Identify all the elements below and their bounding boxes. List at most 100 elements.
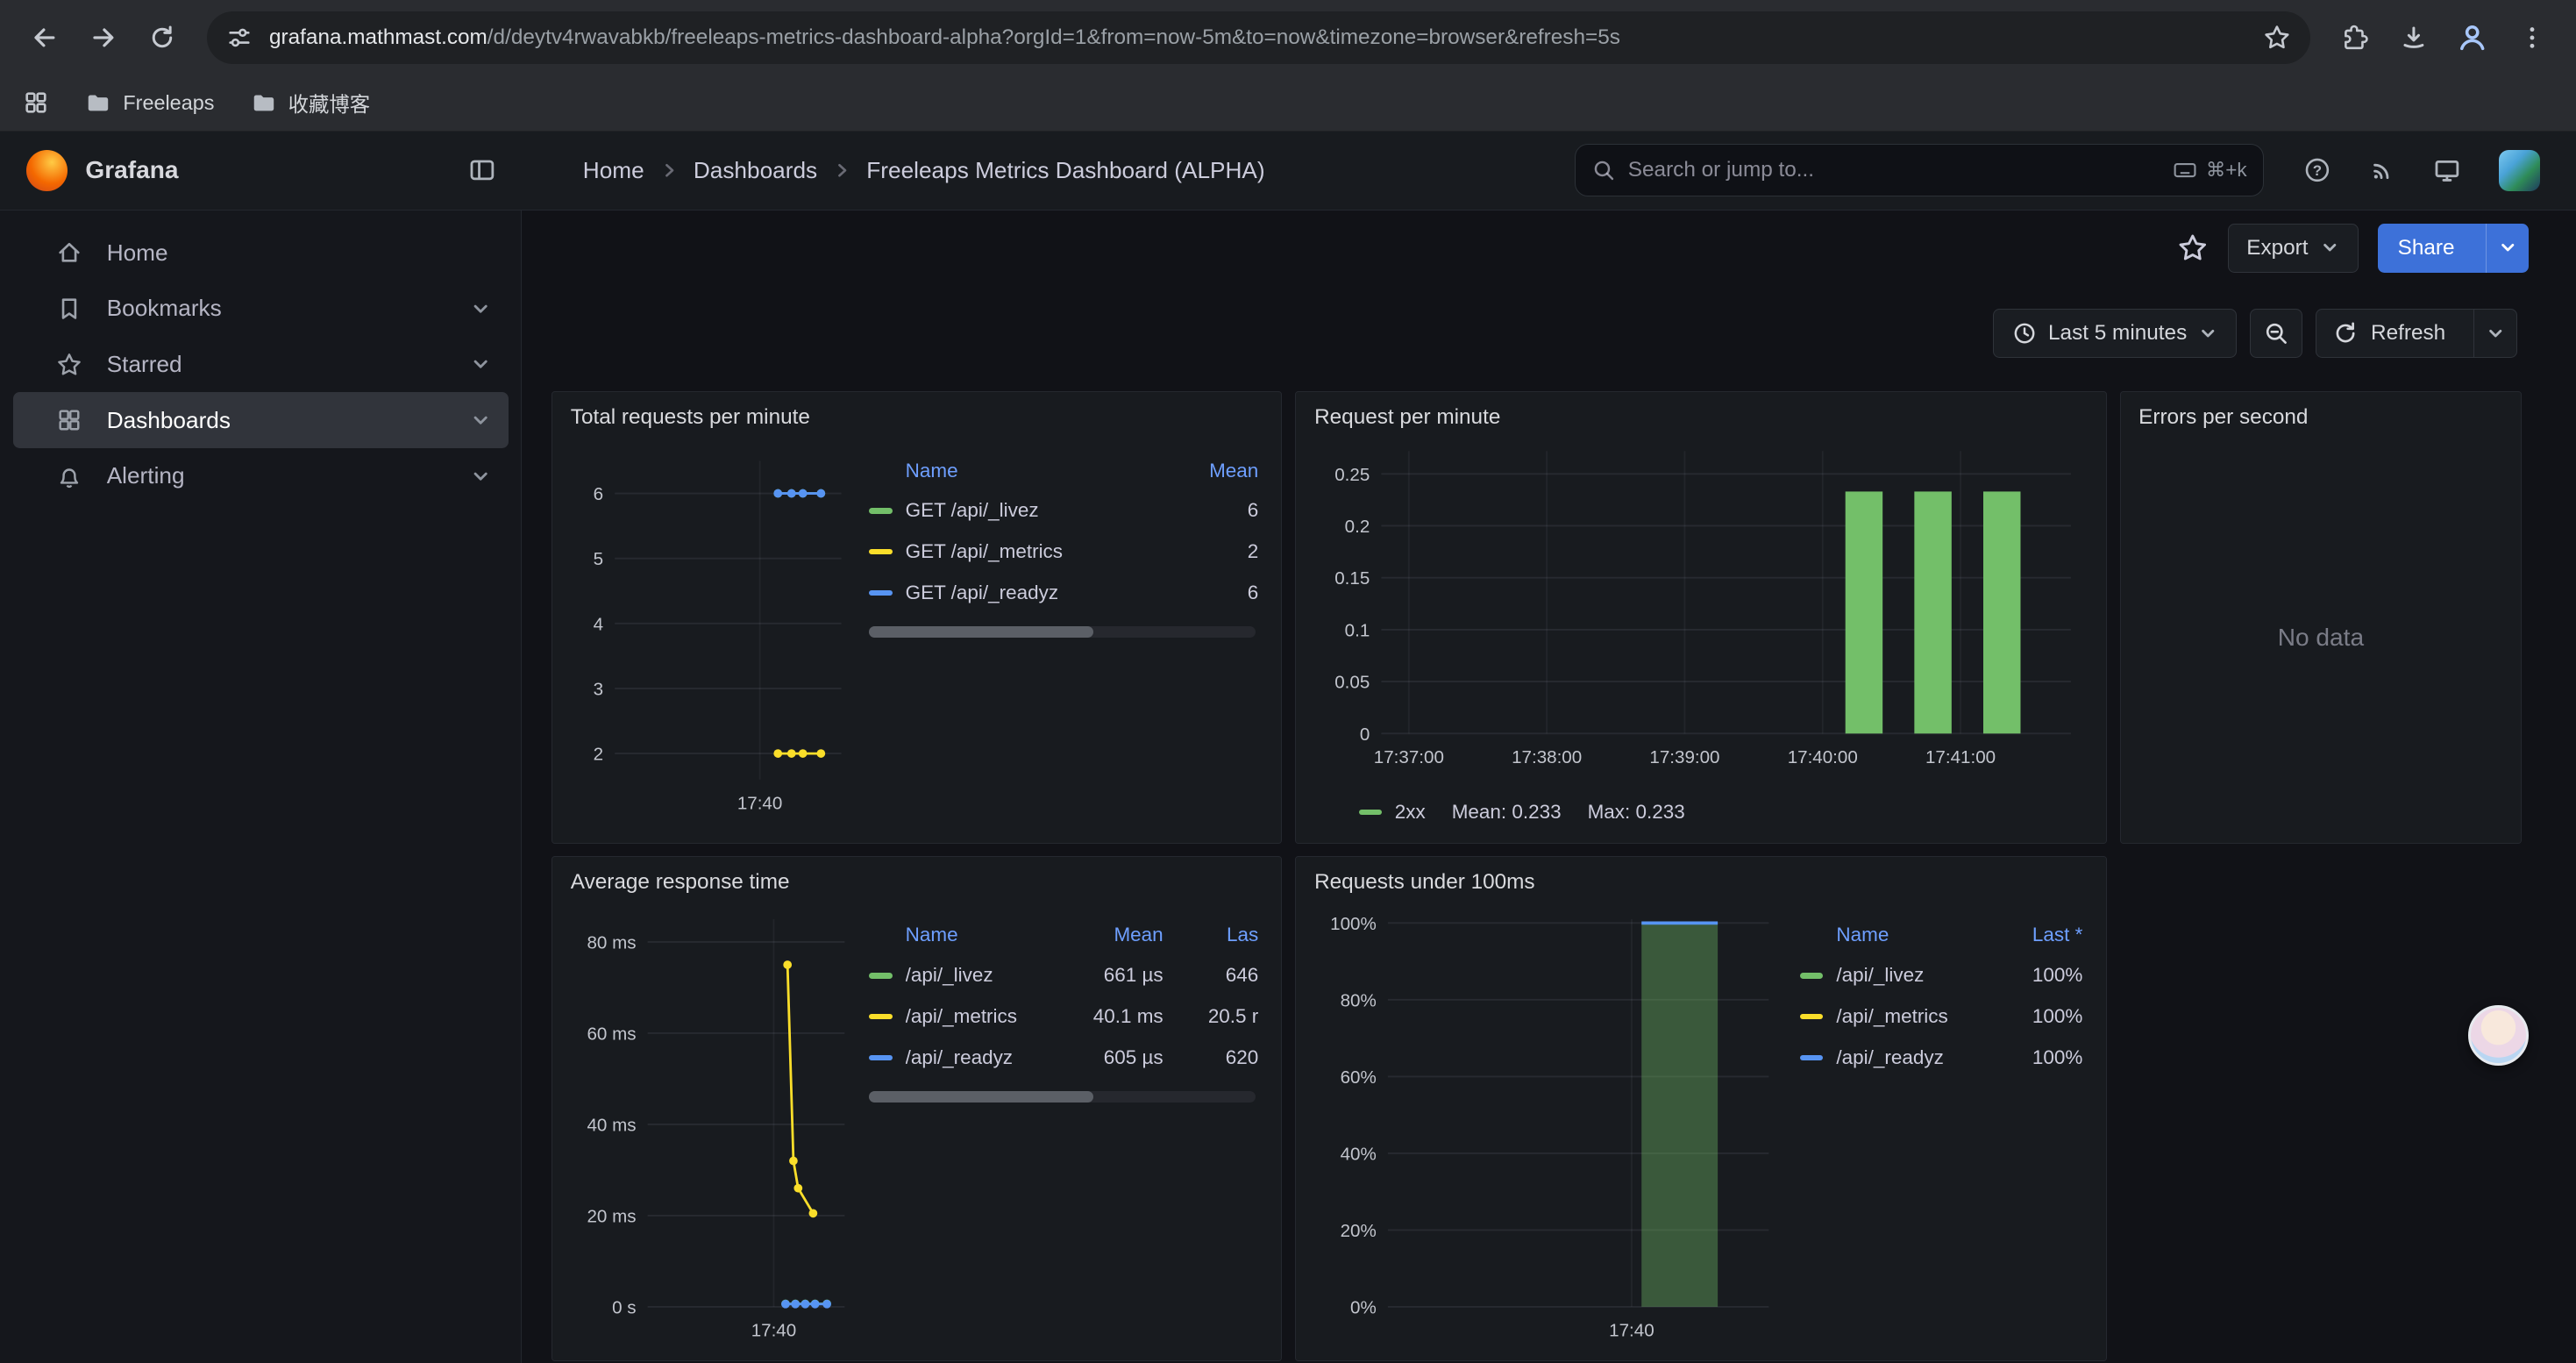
sidebar-item-dashboards[interactable]: Dashboards — [13, 392, 509, 448]
forward-button[interactable] — [75, 10, 132, 66]
legend-row[interactable]: /api/_livez 100% — [1800, 955, 2082, 996]
series-color-dash — [869, 590, 892, 596]
help-icon[interactable]: ? — [2303, 156, 2331, 184]
grafana-logo-icon[interactable] — [26, 150, 68, 191]
panel-errors-per-second: Errors per second No data — [2120, 391, 2523, 845]
breadcrumb-current[interactable]: Freeleaps Metrics Dashboard (ALPHA) — [866, 157, 1264, 184]
legend-column-name[interactable]: Name — [869, 460, 1163, 482]
svg-text:4: 4 — [594, 614, 603, 634]
breadcrumb-dashboards[interactable]: Dashboards — [694, 157, 817, 184]
request-per-minute-chart[interactable]: 00.050.10.150.20.2517:37:0017:38:0017:39… — [1309, 441, 2092, 790]
series-value: 646 — [1163, 964, 1259, 987]
bookmark-item-freeleaps[interactable]: Freeleaps — [85, 89, 214, 116]
star-icon — [2177, 232, 2209, 264]
legend-header: NameMean — [869, 451, 1258, 490]
requests-under-100ms-chart[interactable]: 0%20%40%60%80%100%17:40 — [1309, 906, 1783, 1351]
breadcrumb: Home Dashboards Freeleaps Metrics Dashbo… — [583, 157, 1265, 184]
legend-column-name[interactable]: Name — [1800, 924, 1987, 946]
series-name: /api/_livez — [1836, 964, 1924, 987]
legend-row[interactable]: GET /api/_livez6 — [869, 490, 1258, 532]
svg-text:0.15: 0.15 — [1335, 568, 1370, 589]
legend-column-last[interactable]: Last * — [1988, 924, 2083, 946]
series-value: 620 — [1163, 1046, 1259, 1069]
floating-avatar-button[interactable] — [2468, 1005, 2529, 1066]
time-range-picker[interactable]: Last 5 minutes — [1993, 309, 2237, 358]
legend-row[interactable]: GET /api/_readyz6 — [869, 573, 1258, 614]
legend-row[interactable]: /api/_readyz605 µs620 — [869, 1038, 1258, 1079]
series-color-dash — [1800, 1014, 1823, 1020]
dock-menu-icon[interactable] — [468, 156, 496, 184]
user-avatar[interactable] — [2499, 150, 2540, 191]
legend-column-name[interactable]: Name — [869, 924, 1068, 946]
dashboards-grid-icon — [56, 407, 82, 433]
refresh-button[interactable]: Refresh — [2316, 309, 2516, 358]
news-rss-icon[interactable] — [2369, 157, 2395, 183]
brand-name: Grafana — [85, 156, 450, 184]
scrollbar-thumb[interactable] — [869, 626, 1092, 638]
bookmark-label: Freeleaps — [123, 91, 214, 115]
panel-title[interactable]: Request per minute — [1296, 392, 2105, 441]
legend-column-las[interactable]: Las — [1163, 924, 1259, 946]
url-path: /d/deytv4rwavabkb/freeleaps-metrics-dash… — [487, 25, 1620, 49]
sidebar-item-starred[interactable]: Starred — [13, 337, 509, 393]
reload-button[interactable] — [135, 10, 191, 66]
svg-text:0.05: 0.05 — [1335, 672, 1370, 692]
legend-row[interactable]: /api/_livez661 µs646 — [869, 955, 1258, 996]
refresh-interval-caret[interactable] — [2473, 310, 2516, 357]
legend-inline[interactable]: 2xx Mean: 0.233 Max: 0.233 — [1309, 791, 2092, 834]
profile-person-icon — [2456, 21, 2488, 54]
series-value: 6 — [1163, 499, 1259, 522]
zoom-out-icon — [2264, 321, 2288, 346]
chevron-down-icon — [2320, 238, 2339, 257]
legend-column-mean[interactable]: Mean — [1068, 924, 1163, 946]
search-placeholder: Search or jump to... — [1628, 158, 2160, 182]
legend-scrollbar[interactable] — [869, 626, 1255, 638]
profile-button[interactable] — [2444, 10, 2501, 66]
chevron-down-icon — [470, 353, 491, 375]
bookmark-label: 收藏博客 — [288, 88, 371, 118]
panel-title[interactable]: Average response time — [552, 857, 1281, 906]
svg-text:3: 3 — [594, 679, 603, 699]
back-button[interactable] — [17, 10, 73, 66]
export-button[interactable]: Export — [2228, 224, 2359, 273]
legend-series-name[interactable]: 2xx — [1395, 801, 1426, 824]
url-bar[interactable]: grafana.mathmast.com/d/deytv4rwavabkb/fr… — [207, 11, 2310, 64]
search-input[interactable]: Search or jump to... ⌘+k — [1575, 144, 2264, 196]
kiosk-monitor-icon[interactable] — [2433, 156, 2461, 184]
chevron-down-icon — [2498, 238, 2517, 257]
sidebar-item-alerting[interactable]: Alerting — [13, 448, 509, 504]
legend-column-mean[interactable]: Mean — [1163, 460, 1259, 482]
legend-row[interactable]: /api/_metrics40.1 ms20.5 r — [869, 996, 1258, 1038]
refresh-action[interactable]: Refresh — [2316, 310, 2462, 357]
series-color-dash — [1800, 973, 1823, 979]
sidebar-item-home[interactable]: Home — [13, 225, 509, 282]
panel-title[interactable]: Errors per second — [2121, 392, 2522, 441]
sidebar-item-bookmarks[interactable]: Bookmarks — [13, 281, 509, 337]
average-response-time-chart[interactable]: 0 s20 ms40 ms60 ms80 ms17:40 — [566, 906, 853, 1351]
panel-title[interactable]: Requests under 100ms — [1296, 857, 2105, 906]
share-menu-caret[interactable] — [2486, 224, 2529, 273]
refresh-icon — [2333, 321, 2358, 346]
legend-row[interactable]: /api/_metrics100% — [1800, 996, 2082, 1038]
breadcrumb-home[interactable]: Home — [583, 157, 644, 184]
scrollbar-thumb[interactable] — [869, 1091, 1092, 1103]
zoom-out-time-button[interactable] — [2250, 309, 2302, 358]
legend-scrollbar[interactable] — [869, 1091, 1255, 1103]
favorite-dashboard-button[interactable] — [2177, 232, 2209, 264]
legend-max: Max: 0.233 — [1588, 801, 1685, 824]
panel-title[interactable]: Total requests per minute — [552, 392, 1281, 441]
total-requests-chart[interactable]: 2345617:40 — [566, 441, 853, 833]
share-button[interactable]: Share — [2378, 224, 2529, 273]
bookmark-star-icon[interactable] — [2263, 24, 2291, 52]
svg-text:5: 5 — [594, 549, 603, 569]
bookmark-item-blogs[interactable]: 收藏博客 — [251, 88, 371, 118]
legend-row[interactable]: GET /api/_metrics2 — [869, 532, 1258, 573]
series-value: 100% — [1988, 964, 2083, 987]
extensions-puzzle-icon — [2340, 24, 2368, 52]
legend-row[interactable]: /api/_readyz100% — [1800, 1038, 2082, 1079]
downloads-button[interactable] — [2386, 10, 2442, 66]
browser-menu-button[interactable] — [2504, 10, 2560, 66]
apps-grid-icon[interactable] — [23, 89, 49, 116]
bookmark-icon — [56, 296, 82, 322]
extensions-button[interactable] — [2327, 10, 2383, 66]
